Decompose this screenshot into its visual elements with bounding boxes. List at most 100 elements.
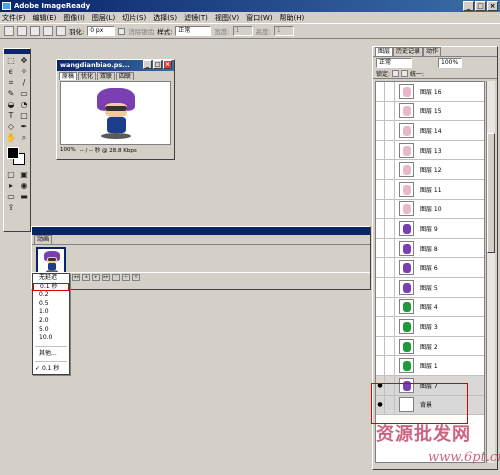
style-select[interactable]: 正常 [175,26,212,36]
visibility-eye-icon[interactable] [376,258,385,278]
marquee-preset-icon[interactable] [4,26,14,36]
previous-frame-icon[interactable]: ◂ [82,274,90,281]
width-input[interactable]: 1 [232,26,253,36]
layer-link-icon[interactable] [385,218,395,238]
layer-link-icon[interactable] [385,316,395,336]
layer-link-icon[interactable] [385,120,395,140]
visibility-eye-icon[interactable] [376,336,385,356]
delay-option[interactable]: 2.0 [33,317,69,326]
antialias-checkbox[interactable] [118,27,126,35]
layer-row[interactable]: 图层 14 [376,120,484,141]
scrollbar-thumb[interactable] [487,133,495,253]
blend-mode-select[interactable]: 正常 [376,57,412,68]
maximize-button[interactable]: □ [475,1,486,11]
visibility-eye-icon[interactable] [376,160,385,180]
layer-link-icon[interactable] [385,140,395,160]
layer-link-icon[interactable] [385,238,395,258]
menu-file[interactable]: 文件(F) [2,13,26,23]
layer-row[interactable]: 图层 9 [376,218,484,239]
add-selection-icon[interactable] [30,26,40,36]
delay-option[interactable]: 0.2 [33,291,69,300]
menu-select[interactable]: 选择(S) [153,13,177,23]
layer-link-icon[interactable] [385,356,395,376]
download-status[interactable]: -- / -- 秒 @ 28.8 Kbps [80,146,137,154]
height-input[interactable]: 1 [273,26,294,36]
minimize-button[interactable]: _ [463,1,474,11]
layer-row[interactable]: 图层 15 [376,101,484,122]
doc-minimize-button[interactable]: _ [143,60,152,69]
delay-option[interactable]: 0.5 [33,300,69,309]
visibility-eye-icon[interactable] [376,297,385,317]
first-frame-icon[interactable]: ◂◂ [72,274,80,281]
delay-option[interactable]: 5.0 [33,326,69,335]
layer-link-icon[interactable] [385,160,395,180]
layer-row[interactable]: 图层 10 [376,199,484,220]
tab-optimized[interactable]: 优化 [78,72,97,80]
screen-mode-full-icon[interactable]: ▬ [18,191,30,202]
visibility-eye-icon[interactable] [376,199,385,219]
tab-actions[interactable]: 动作 [423,47,442,56]
layer-link-icon[interactable] [385,277,395,297]
layer-row[interactable]: 图层 6 [376,258,484,278]
layer-link-icon[interactable] [385,179,395,199]
zoom-tool-icon[interactable]: ⌕ [18,132,30,143]
zoom-level[interactable]: 100% [60,147,76,153]
tab-history[interactable]: 历史记录 [393,47,424,56]
visibility-eye-icon[interactable] [376,277,385,297]
new-selection-icon[interactable] [17,26,27,36]
document-titlebar[interactable]: wangdianbiao.ps... _ □ × [57,60,174,71]
layer-link-icon[interactable] [385,82,395,101]
menu-window[interactable]: 窗口(W) [246,13,272,23]
close-button[interactable]: × [487,1,498,11]
blur-tool-icon[interactable]: ◔ [18,99,30,110]
move-tool-icon[interactable]: ✥ [18,55,30,66]
tab-original[interactable]: 原稿 [59,72,78,80]
crop-tool-icon[interactable]: ⌗ [5,77,17,88]
menu-edit[interactable]: 编辑(E) [33,13,57,23]
visibility-eye-icon[interactable] [376,82,385,101]
delete-frame-icon[interactable]: × [132,274,140,281]
menu-layer[interactable]: 图层(L) [92,13,115,23]
layer-link-icon[interactable] [385,297,395,317]
layer-list-scrollbar[interactable] [486,81,495,463]
layer-link-icon[interactable] [385,101,395,121]
rollover-preview-icon[interactable]: ▸ [5,180,17,191]
menu-filter[interactable]: 滤镜(T) [184,13,208,23]
foreground-color-swatch[interactable] [7,147,19,159]
menu-view[interactable]: 视图(V) [215,13,239,23]
menu-help[interactable]: 帮助(H) [280,13,305,23]
layer-row[interactable]: 图层 13 [376,140,484,161]
lock-transparency-icon[interactable] [392,69,400,77]
layer-row[interactable]: 图层 11 [376,179,484,200]
layer-row[interactable]: 图层 12 [376,160,484,180]
visibility-eye-icon[interactable] [376,356,385,376]
visibility-eye-icon[interactable] [376,179,385,199]
lock-position-icon[interactable] [401,69,409,77]
visibility-eye-icon[interactable] [376,238,385,258]
delay-option[interactable]: 1.0 [33,308,69,317]
tween-icon[interactable]: ◦ [112,274,120,281]
type-tool-icon[interactable]: T [5,110,17,121]
toggle-image-map-icon[interactable]: ▢ [5,169,17,180]
play-icon[interactable]: ▸ [92,274,100,281]
duplicate-frame-icon[interactable]: + [122,274,130,281]
magic-wand-tool-icon[interactable]: ✧ [18,66,30,77]
opacity-input[interactable]: 100% [438,57,462,68]
toggle-slice-visibility-icon[interactable]: ▣ [18,169,30,180]
delay-option[interactable]: 10.0 [33,334,69,343]
doc-close-button[interactable]: × [163,60,172,69]
subtract-selection-icon[interactable] [43,26,53,36]
feather-input[interactable]: 0 px [87,26,116,36]
visibility-eye-icon[interactable] [376,101,385,121]
visibility-eye-icon[interactable] [376,140,385,160]
layer-row[interactable]: 图层 8 [376,238,484,259]
marquee-tool-icon[interactable]: ⬚ [5,55,17,66]
intersect-selection-icon[interactable] [56,26,66,36]
eraser-tool-icon[interactable]: ▭ [18,88,30,99]
menu-image[interactable]: 图像(I) [63,13,85,23]
jump-to-photoshop-icon[interactable]: ⇪ [5,202,17,213]
color-swatches[interactable] [4,146,30,168]
visibility-eye-icon[interactable] [376,120,385,140]
shape-tool-icon[interactable]: □ [18,110,30,121]
layer-row[interactable]: 图层 1 [376,356,484,376]
